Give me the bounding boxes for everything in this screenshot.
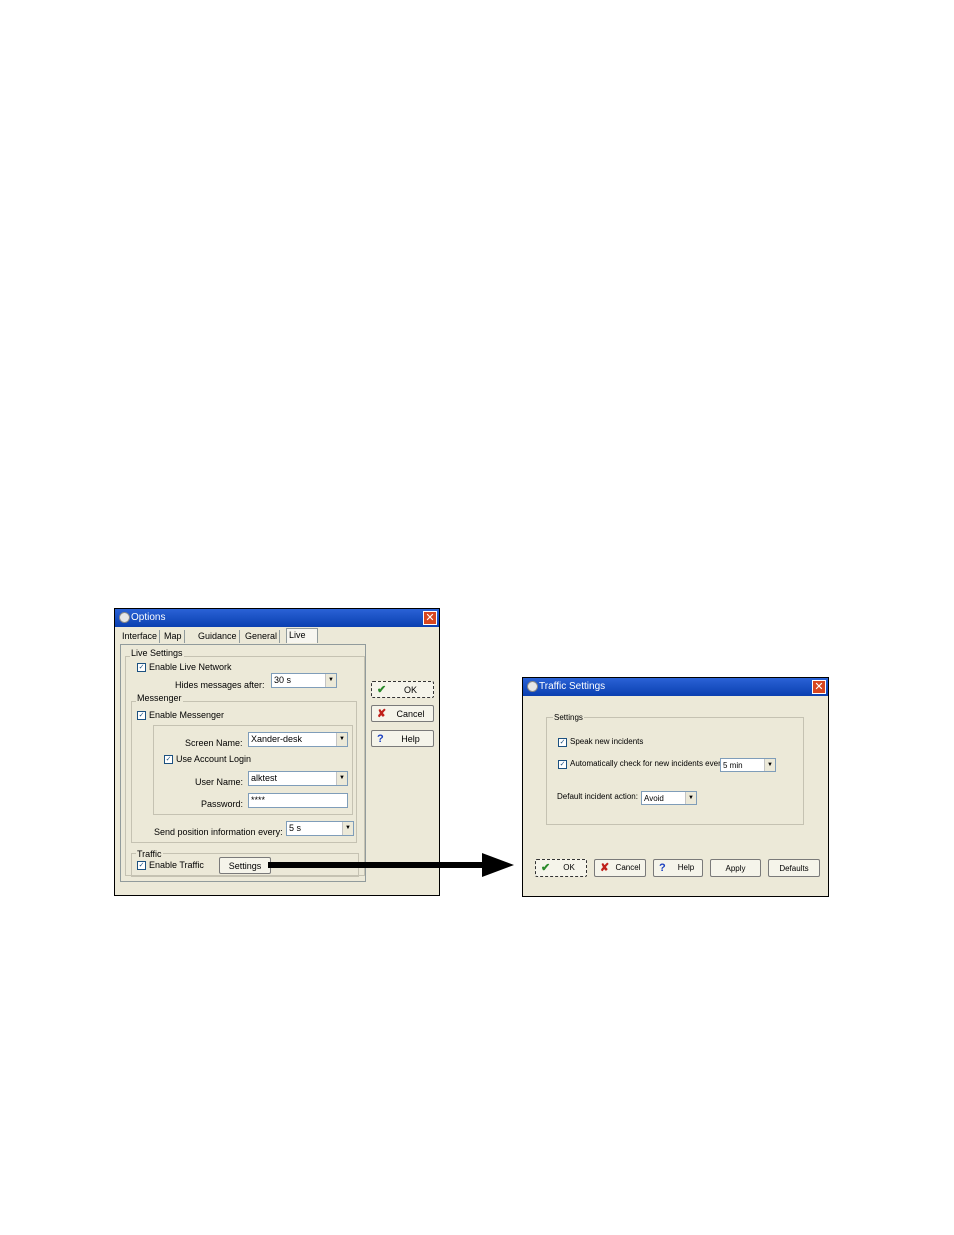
screen-name-select[interactable]: Xander-desk ▼	[248, 732, 348, 747]
traffic-settings-label: Settings	[228, 861, 262, 871]
traffic-settings-group-label: Settings	[553, 713, 584, 722]
ok-label: OK	[403, 685, 417, 695]
tab-live[interactable]: Live	[286, 628, 318, 643]
traffic-label: Traffic	[136, 849, 163, 859]
enable-live-network-checkbox[interactable]: ✓	[137, 663, 146, 672]
enable-traffic-label: Enable Traffic	[149, 860, 204, 870]
chevron-down-icon[interactable]: ▼	[336, 733, 347, 746]
app-icon	[527, 681, 538, 692]
hides-messages-label: Hides messages after:	[175, 680, 265, 690]
enable-messenger-label: Enable Messenger	[149, 710, 225, 720]
live-settings-label: Live Settings	[130, 648, 184, 658]
cancel-button[interactable]: ✘ Cancel	[371, 705, 434, 722]
default-action-select[interactable]: Avoid ▼	[641, 791, 697, 805]
send-position-label: Send position information every:	[154, 827, 283, 837]
chevron-down-icon[interactable]: ▼	[685, 792, 696, 804]
send-position-select[interactable]: 5 s ▼	[286, 821, 354, 836]
tab-interface[interactable]: Interface	[120, 630, 161, 643]
traffic-settings-dialog: Traffic Settings ✕ Settings ✓ Speak new …	[522, 677, 829, 897]
traffic-title: Traffic Settings	[539, 681, 606, 692]
arrow-shaft	[268, 862, 490, 868]
auto-check-label: Automatically check for new incidents ev…	[570, 759, 725, 768]
app-icon	[119, 612, 130, 623]
help-label: Help	[401, 734, 420, 744]
traffic-help-button[interactable]: ? Help	[653, 859, 703, 877]
default-action-value: Avoid	[644, 794, 664, 803]
traffic-defaults-label: Defaults	[779, 864, 809, 873]
chevron-down-icon[interactable]: ▼	[342, 822, 353, 835]
options-close-button[interactable]: ✕	[423, 611, 437, 625]
enable-traffic-checkbox[interactable]: ✓	[137, 861, 146, 870]
auto-check-checkbox[interactable]: ✓	[558, 760, 567, 769]
check-icon: ✔	[541, 862, 551, 874]
user-name-label: User Name:	[195, 777, 244, 787]
enable-live-network-label: Enable Live Network	[149, 662, 232, 672]
traffic-apply-button[interactable]: Apply	[710, 859, 761, 877]
chevron-down-icon[interactable]: ▼	[764, 759, 775, 771]
chevron-down-icon[interactable]: ▼	[325, 674, 336, 687]
traffic-ok-label: OK	[563, 863, 575, 872]
help-button[interactable]: ? Help	[371, 730, 434, 747]
question-icon: ?	[659, 862, 666, 874]
screen-name-value: Xander-desk	[251, 734, 303, 744]
tab-map[interactable]: Map	[162, 630, 185, 643]
ok-button[interactable]: ✔ OK	[371, 681, 434, 698]
tab-general[interactable]: General	[243, 630, 281, 643]
traffic-close-button[interactable]: ✕	[812, 680, 826, 694]
messenger-label: Messenger	[136, 693, 183, 703]
hides-messages-select[interactable]: 30 s ▼	[271, 673, 337, 688]
arrow-head	[482, 853, 514, 877]
use-account-login-label: Use Account Login	[176, 754, 252, 764]
traffic-help-label: Help	[677, 863, 695, 872]
hides-messages-value: 30 s	[274, 675, 292, 685]
tab-guidance[interactable]: Guidance	[196, 630, 240, 643]
password-value: ****	[251, 795, 266, 805]
chevron-down-icon[interactable]: ▼	[336, 772, 347, 785]
options-title: Options	[131, 612, 166, 623]
send-position-value: 5 s	[289, 823, 302, 833]
traffic-title-bar[interactable]: Traffic Settings ✕	[523, 678, 828, 696]
traffic-ok-button[interactable]: ✔ OK	[535, 859, 587, 877]
cross-icon: ✘	[600, 862, 610, 874]
traffic-settings-button[interactable]: Settings	[219, 857, 271, 874]
password-field[interactable]: ****	[248, 793, 348, 808]
speak-incidents-label: Speak new incidents	[570, 737, 644, 746]
user-name-value: alktest	[251, 773, 278, 783]
traffic-apply-label: Apply	[725, 864, 746, 873]
default-action-label: Default incident action:	[557, 792, 638, 801]
use-account-login-checkbox[interactable]: ✓	[164, 755, 173, 764]
arrow-connector	[268, 853, 514, 877]
password-label: Password:	[201, 799, 244, 809]
cross-icon: ✘	[377, 708, 387, 720]
auto-check-interval-select[interactable]: 5 min ▼	[720, 758, 776, 772]
question-icon: ?	[377, 733, 384, 745]
check-icon: ✔	[377, 684, 387, 696]
options-tab-strip: Interface Map Guidance General Live	[120, 628, 320, 644]
options-title-bar[interactable]: Options ✕	[115, 609, 439, 627]
traffic-cancel-button[interactable]: ✘ Cancel	[594, 859, 646, 877]
traffic-cancel-label: Cancel	[615, 863, 641, 872]
cancel-label: Cancel	[396, 709, 425, 719]
traffic-defaults-button[interactable]: Defaults	[768, 859, 820, 877]
screen-name-label: Screen Name:	[185, 738, 243, 748]
speak-incidents-checkbox[interactable]: ✓	[558, 738, 567, 747]
enable-messenger-checkbox[interactable]: ✓	[137, 711, 146, 720]
user-name-select[interactable]: alktest ▼	[248, 771, 348, 786]
auto-check-interval-value: 5 min	[723, 761, 743, 770]
